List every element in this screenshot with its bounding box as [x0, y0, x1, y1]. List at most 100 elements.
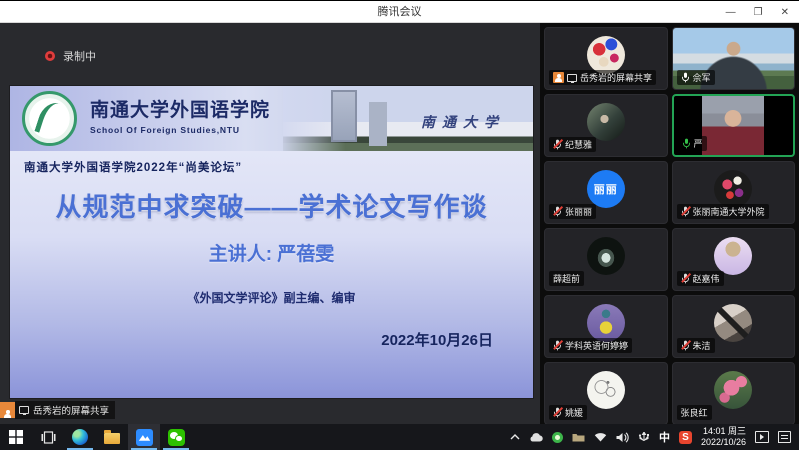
minimize-button[interactable]: — [726, 7, 736, 18]
participant-tile[interactable]: 学科英语何婷婷 [544, 295, 668, 358]
action-center-icon[interactable] [778, 431, 791, 443]
mic-muted-icon [681, 273, 690, 284]
mic-muted-icon [553, 206, 562, 217]
recording-indicator: 录制中 [45, 48, 96, 64]
recording-label: 录制中 [63, 48, 96, 64]
slide-title: 从规范中求突破——学术论文写作谈 [10, 187, 533, 224]
participant-avatar [587, 237, 625, 275]
volume-icon[interactable] [616, 432, 629, 443]
participant-nameplate: 张良红 [677, 405, 712, 420]
participant-name: 严 [694, 137, 703, 150]
speaker-line: 主讲人: 严蓓雯 [10, 239, 533, 266]
meeting-content: 录制中 南通大学外国语学院 School Of Foreign Studies,… [0, 23, 799, 425]
recording-dot-icon [45, 51, 55, 61]
wifi-icon[interactable] [594, 432, 607, 442]
share-banner-label: 岳秀岩的屏幕共享 [33, 403, 109, 417]
mic-muted-icon [553, 340, 562, 351]
tray-expand-chevron-icon[interactable] [510, 434, 520, 440]
participant-tile[interactable]: 姚媛 [544, 362, 668, 425]
monitor-icon [567, 74, 577, 82]
credential-line: 《外国文学评论》副主编、编审 [10, 289, 533, 306]
participant-nameplate: 姚媛 [549, 405, 587, 420]
mic-muted-icon [681, 206, 690, 217]
wechat-app-button[interactable] [160, 424, 192, 450]
participant-nameplate: 张丽南通大学外院 [677, 204, 769, 219]
close-button[interactable]: ✕ [781, 7, 789, 18]
participant-nameplate: 纪慧雅 [549, 137, 596, 152]
participant-tile[interactable]: 张丽南通大学外院 [672, 161, 796, 224]
maximize-button[interactable]: ❐ [754, 7, 763, 18]
taskbar-clock[interactable]: 14:01 周三 2022/10/26 [701, 426, 746, 449]
participant-tile[interactable]: 朱洁 [672, 295, 796, 358]
share-banner-pill: 岳秀岩的屏幕共享 [15, 401, 115, 419]
participant-avatar [714, 371, 752, 409]
participant-tile-speaking[interactable]: 严 [672, 94, 796, 157]
participant-name: 张丽丽 [565, 205, 592, 218]
participant-name: 张丽南通大学外院 [693, 205, 765, 218]
participant-avatar: 丽丽 [587, 170, 625, 208]
usb-icon[interactable] [638, 432, 650, 443]
participant-tile[interactable]: 赵嘉伟 [672, 228, 796, 291]
tencent-meeting-window: 腾讯会议 — ❐ ✕ 录制中 南通大学外国语学院 School Of Forei… [0, 0, 799, 450]
presenter-icon [553, 72, 564, 83]
gate-calligraphy: 南通大学 [421, 112, 505, 132]
participant-name: 佘军 [693, 71, 711, 84]
participant-name: 学科英语何婷婷 [565, 339, 628, 352]
participant-tile[interactable]: 薛超前 [544, 228, 668, 291]
clock-date: 2022/10/26 [701, 437, 746, 448]
screen-share-banner: 岳秀岩的屏幕共享 [0, 402, 115, 418]
file-explorer-button[interactable] [96, 424, 128, 450]
participant-avatar [714, 304, 752, 342]
tencent-meeting-icon [136, 429, 153, 446]
participant-tile[interactable]: 丽丽 张丽丽 [544, 161, 668, 224]
date-line: 2022年10月26日 [381, 329, 493, 350]
participant-nameplate: 佘军 [677, 70, 715, 85]
participant-nameplate: 严 [678, 136, 707, 151]
participant-nameplate: 张丽丽 [549, 204, 596, 219]
antivirus-tray-icon[interactable] [552, 432, 563, 443]
task-view-button[interactable] [32, 424, 64, 450]
clock-time: 14:01 周三 [701, 426, 746, 437]
participant-tile[interactable]: 纪慧雅 [544, 94, 668, 157]
mic-speaking-icon [682, 138, 691, 149]
window-titlebar[interactable]: 腾讯会议 — ❐ ✕ [0, 1, 799, 23]
participant-avatar [714, 170, 752, 208]
participant-avatar [587, 304, 625, 342]
meeting-app-button[interactable] [128, 424, 160, 450]
mic-muted-icon [553, 407, 562, 418]
campus-gate-photo: 南通大学 [283, 86, 533, 151]
participant-tile[interactable]: 岳秀岩的屏幕共享 [544, 27, 668, 90]
participant-nameplate: 朱洁 [677, 338, 715, 353]
window-title: 腾讯会议 [0, 1, 799, 23]
cloud-sync-icon[interactable] [529, 433, 543, 442]
shared-screen-stage: 录制中 南通大学外国语学院 School Of Foreign Studies,… [0, 23, 540, 425]
start-button[interactable] [0, 424, 32, 450]
participant-nameplate: 学科英语何婷婷 [549, 338, 632, 353]
tray-folder-icon[interactable] [572, 432, 585, 442]
org-name-en: School Of Foreign Studies,NTU [90, 125, 270, 135]
participant-tile[interactable]: 佘军 [672, 27, 796, 90]
media-player-tray-icon[interactable] [755, 431, 769, 443]
mic-on-icon [681, 72, 690, 83]
presentation-slide: 南通大学外国语学院 School Of Foreign Studies,NTU … [10, 86, 533, 398]
participant-avatar [587, 36, 625, 74]
sogou-input-icon[interactable]: S [679, 431, 692, 444]
window-controls: — ❐ ✕ [726, 1, 789, 23]
mic-muted-icon [681, 340, 690, 351]
participant-name: 朱洁 [693, 339, 711, 352]
participants-sidebar: 岳秀岩的屏幕共享 佘军 [540, 23, 799, 425]
participant-tile[interactable]: 张良红 [672, 362, 796, 425]
participant-name: 岳秀岩的屏幕共享 [580, 71, 652, 84]
participant-name: 姚媛 [565, 406, 583, 419]
edge-browser-button[interactable] [64, 424, 96, 450]
slide-body: 南通大学外国语学院2022年“尚美论坛” 从规范中求突破——学术论文写作谈 主讲… [10, 151, 533, 398]
participant-name: 张良红 [681, 406, 708, 419]
folder-icon [104, 433, 120, 444]
forum-line: 南通大学外国语学院2022年“尚美论坛” [24, 159, 242, 175]
participant-name: 纪慧雅 [565, 138, 592, 151]
ime-indicator[interactable]: 中 [659, 429, 670, 445]
windows-taskbar: 中 S 14:01 周三 2022/10/26 [0, 424, 799, 450]
participant-nameplate: 赵嘉伟 [677, 271, 724, 286]
slide-header: 南通大学外国语学院 School Of Foreign Studies,NTU … [10, 86, 533, 151]
org-title-block: 南通大学外国语学院 School Of Foreign Studies,NTU [90, 95, 270, 135]
